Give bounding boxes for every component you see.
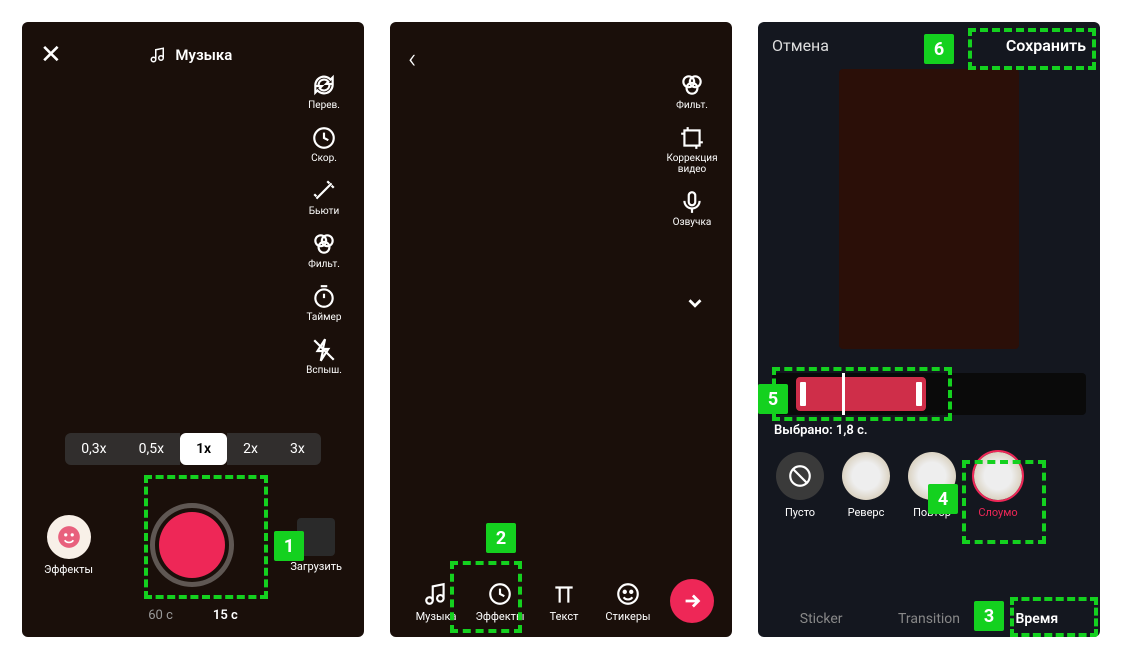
music-label: Музыка: [175, 46, 232, 64]
bottom-stickers[interactable]: Стикеры: [600, 581, 656, 623]
tab-transition[interactable]: Transition: [898, 611, 960, 627]
side-tools-edit: Фильт. Коррекция видео Озвучка: [664, 72, 720, 228]
screen-record: ✕ Музыка Перев. Скор. Бьюти Фильт. Тайме…: [22, 22, 364, 637]
video-preview: [839, 69, 1019, 349]
flip-icon: [311, 72, 337, 98]
duration-selector: 60 с 15 с: [22, 608, 364, 623]
tool-speed[interactable]: Скор.: [296, 125, 352, 164]
crop-icon: [679, 125, 705, 151]
annotation-badge-5: 5: [758, 384, 788, 414]
timer-icon: [311, 284, 337, 310]
wand-icon: [311, 178, 337, 204]
speed-icon: [311, 125, 337, 151]
filter-icon: [311, 231, 337, 257]
selection-duration: Выбрано: 1,8 с.: [774, 423, 1100, 438]
speed-option[interactable]: 0,5x: [123, 433, 180, 465]
speed-option[interactable]: 2x: [227, 433, 274, 465]
effect-none[interactable]: Пусто: [776, 452, 824, 519]
arrow-right-icon: [681, 590, 703, 612]
tool-video-correction[interactable]: Коррекция видео: [664, 125, 720, 175]
smiley-icon: [47, 515, 91, 559]
tool-flip[interactable]: Перев.: [296, 72, 352, 111]
speed-option[interactable]: 0,3x: [65, 433, 122, 465]
speed-option[interactable]: 3x: [274, 433, 321, 465]
highlight-save: [968, 28, 1096, 70]
tool-voiceover[interactable]: Озвучка: [664, 189, 720, 228]
side-tools: Перев. Скор. Бьюти Фильт. Таймер Вспыш.: [296, 72, 352, 376]
filter-icon: [679, 72, 705, 98]
bottom-toolbar: Музыка Эффекты Текст Стикеры: [390, 579, 732, 623]
screen-time-effects: Отмена Сохранить 6 5 Выбрано: 1,8 с. Пус…: [758, 22, 1100, 637]
duration-option[interactable]: 60 с: [148, 608, 173, 623]
highlight-effects: [450, 561, 522, 633]
next-button[interactable]: [670, 579, 714, 623]
effects-button[interactable]: Эффекты: [44, 515, 93, 576]
highlight-timeline: [772, 367, 952, 421]
none-icon: [787, 463, 813, 489]
speed-selector: 0,3x 0,5x 1x 2x 3x: [22, 433, 364, 465]
tool-flash[interactable]: Вспыш.: [296, 337, 352, 376]
tab-sticker[interactable]: Sticker: [800, 611, 843, 627]
reverse-thumb: [842, 452, 890, 500]
flash-off-icon: [311, 337, 337, 363]
tool-timer[interactable]: Таймер: [296, 284, 352, 323]
highlight-tab: [1010, 597, 1098, 637]
music-icon: [149, 46, 167, 64]
cancel-button[interactable]: Отмена: [772, 36, 829, 55]
tool-filter[interactable]: Фильт.: [664, 72, 720, 111]
annotation-badge-4: 4: [928, 484, 958, 514]
annotation-badge-3: 3: [974, 601, 1004, 631]
duration-option-active[interactable]: 15 с: [213, 608, 238, 623]
screen-edit: ‹ Фильт. Коррекция видео Озвучка Музыка …: [390, 22, 732, 637]
sticker-icon: [615, 581, 641, 607]
text-icon: [551, 581, 577, 607]
effect-reverse[interactable]: Реверс: [842, 452, 890, 519]
close-button[interactable]: ✕: [40, 40, 62, 70]
mic-icon: [679, 189, 705, 215]
highlight-record: [144, 475, 268, 599]
highlight-effect: [962, 460, 1046, 544]
annotation-badge-2: 2: [486, 523, 516, 553]
music-icon: [423, 581, 449, 607]
tool-filter[interactable]: Фильт.: [296, 231, 352, 270]
annotation-badge-6: 6: [924, 34, 954, 64]
annotation-badge-1: 1: [274, 531, 304, 561]
expand-toggle[interactable]: [684, 292, 706, 318]
back-button[interactable]: ‹: [408, 42, 714, 75]
tool-beauty[interactable]: Бьюти: [296, 178, 352, 217]
music-button[interactable]: Музыка: [149, 46, 232, 64]
chevron-down-icon: [684, 292, 706, 314]
bottom-text[interactable]: Текст: [536, 581, 592, 623]
speed-option-active[interactable]: 1x: [180, 433, 227, 465]
